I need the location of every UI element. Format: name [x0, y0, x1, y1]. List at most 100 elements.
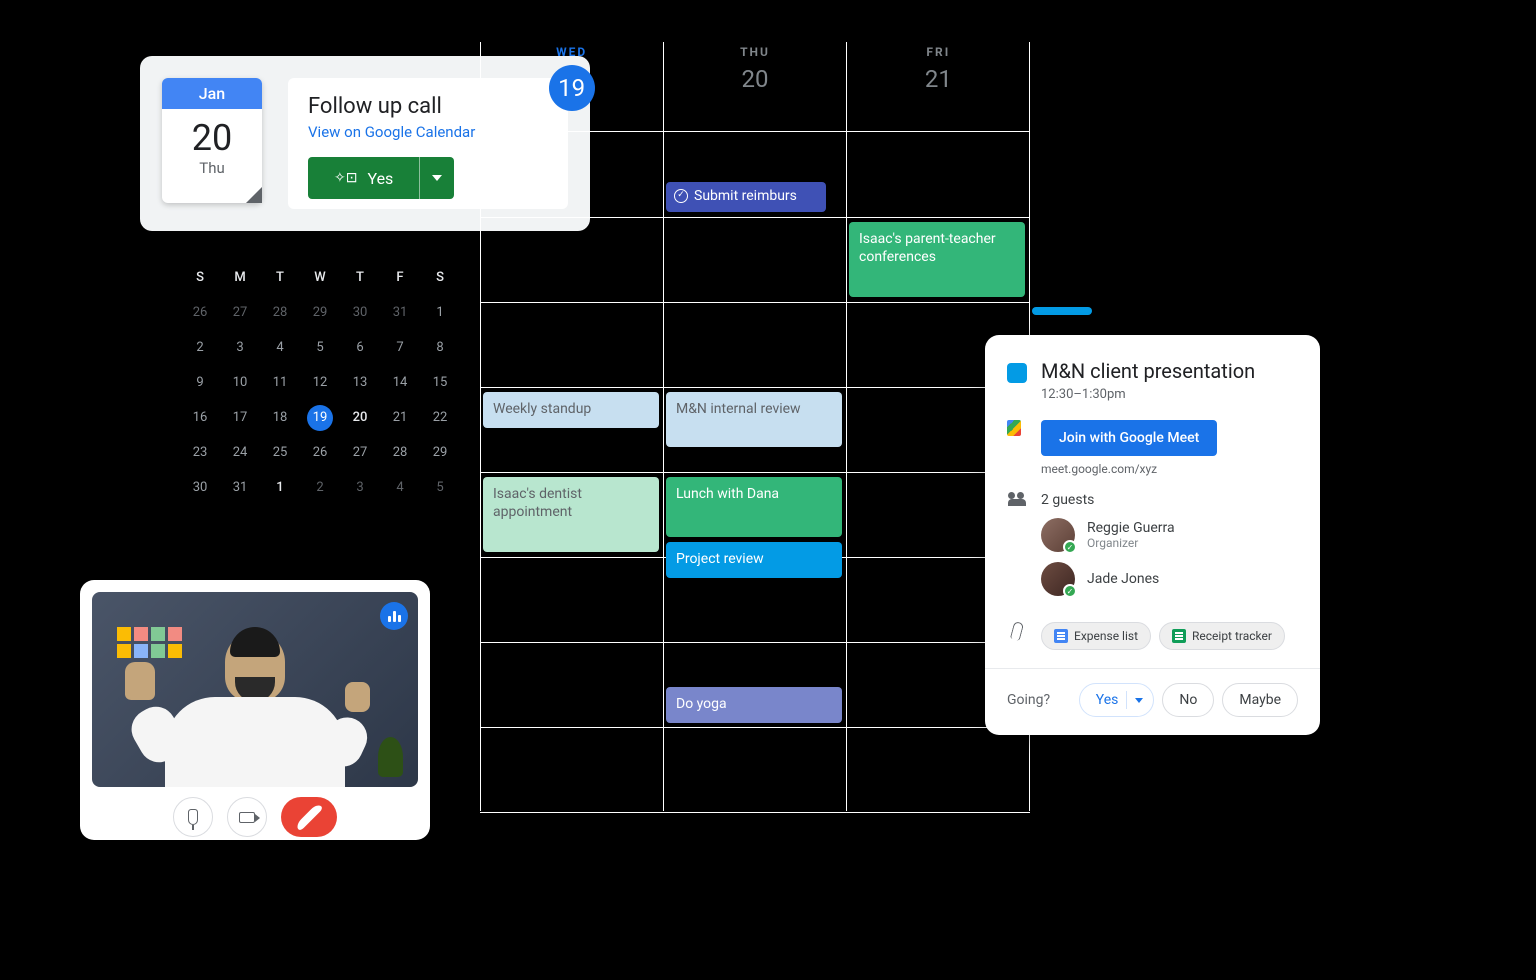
mini-cal-day[interactable]: 24: [220, 435, 260, 470]
guest-role: Organizer: [1087, 536, 1175, 550]
detail-title: M&N client presentation: [1041, 359, 1255, 383]
rsvp-no-pill[interactable]: No: [1162, 683, 1214, 717]
event-yoga[interactable]: Do yoga: [666, 687, 842, 723]
google-meet-icon: [1007, 420, 1027, 440]
guest-row[interactable]: ✓ Reggie Guerra Organizer: [1041, 518, 1298, 552]
mini-cal-day[interactable]: 22: [420, 400, 460, 435]
rsvp-maybe-pill[interactable]: Maybe: [1222, 683, 1298, 717]
week-header-day[interactable]: WED19: [480, 45, 663, 111]
mini-cal-day[interactable]: 14: [380, 365, 420, 400]
check-icon: ✓: [1063, 540, 1077, 554]
mini-cal-day[interactable]: 30: [180, 470, 220, 505]
week-header-day[interactable]: FRI 21: [847, 45, 1030, 111]
week-date-label: 21: [847, 65, 1030, 93]
mini-cal-day[interactable]: 4: [260, 330, 300, 365]
detail-time: 12:30–1:30pm: [1041, 387, 1255, 402]
check-icon: ✓: [1063, 584, 1077, 598]
guest-name: Reggie Guerra: [1087, 520, 1175, 536]
join-meet-button[interactable]: Join with Google Meet: [1041, 420, 1217, 456]
mini-cal-day[interactable]: 1: [260, 470, 300, 505]
mini-cal-day[interactable]: 15: [420, 365, 460, 400]
mute-button[interactable]: [173, 797, 213, 837]
people-icon: [1008, 492, 1026, 506]
hangup-button[interactable]: [281, 797, 337, 837]
mini-cal-day[interactable]: 26: [180, 295, 220, 330]
event-parent-teacher[interactable]: Isaac's parent-teacher conferences: [849, 222, 1025, 297]
week-date-label: 20: [663, 65, 846, 93]
page-corner-icon: [246, 187, 262, 203]
mini-cal-day[interactable]: 12: [300, 365, 340, 400]
guest-row[interactable]: ✓ Jade Jones: [1041, 562, 1298, 596]
camera-button[interactable]: [227, 797, 267, 837]
going-label: Going?: [1007, 692, 1067, 708]
mini-cal-day[interactable]: 3: [220, 330, 260, 365]
event-internal-review[interactable]: M&N internal review: [666, 392, 842, 447]
week-header-day[interactable]: THU 20: [663, 45, 846, 111]
event-detail-card: M&N client presentation 12:30–1:30pm Joi…: [985, 335, 1320, 735]
mini-cal-day[interactable]: 19: [300, 400, 340, 435]
event-lunch[interactable]: Lunch with Dana: [666, 477, 842, 537]
mic-icon: [188, 809, 198, 825]
mini-cal-day[interactable]: 17: [220, 400, 260, 435]
date-tile-day: 20: [162, 109, 262, 159]
plant-icon: [378, 737, 403, 777]
check-circle-icon: ✓: [674, 189, 688, 203]
sheets-icon: [1172, 629, 1186, 643]
mini-cal-day[interactable]: 8: [420, 330, 460, 365]
event-color-icon: [1007, 363, 1027, 383]
mini-cal-day[interactable]: 26: [300, 435, 340, 470]
rsvp-yes-button[interactable]: ✧⊡ Yes: [308, 157, 454, 199]
avatar: ✓: [1041, 562, 1075, 596]
mini-calendar: SMTWTFS 26272829303112345678910111213141…: [180, 260, 460, 505]
mini-cal-day[interactable]: 4: [380, 470, 420, 505]
event-submit-reimburs[interactable]: ✓Submit reimburs: [666, 182, 826, 212]
mini-cal-day[interactable]: 31: [380, 295, 420, 330]
phone-icon: [295, 803, 324, 832]
mini-cal-day[interactable]: 2: [180, 330, 220, 365]
mini-cal-day[interactable]: 27: [220, 295, 260, 330]
mini-cal-day[interactable]: 23: [180, 435, 220, 470]
mini-cal-day[interactable]: 5: [420, 470, 460, 505]
mini-cal-day[interactable]: 29: [420, 435, 460, 470]
mini-cal-day[interactable]: 16: [180, 400, 220, 435]
docs-icon: [1054, 629, 1068, 643]
mini-cal-day[interactable]: 20: [340, 400, 380, 435]
mini-cal-day[interactable]: 5: [300, 330, 340, 365]
mini-cal-day[interactable]: 27: [340, 435, 380, 470]
person-illustration: [165, 632, 345, 787]
week-dow-label: FRI: [847, 45, 1030, 59]
event-fragment[interactable]: [1032, 307, 1092, 315]
rsvp-dropdown-button[interactable]: [419, 157, 454, 199]
rsvp-yes-pill[interactable]: Yes: [1079, 683, 1155, 717]
mini-cal-day[interactable]: 13: [340, 365, 380, 400]
sparkle-icon: ✧⊡: [334, 170, 357, 186]
event-weekly-standup[interactable]: Weekly standup: [483, 392, 659, 428]
mini-cal-day[interactable]: 2: [300, 470, 340, 505]
mini-cal-header-cell: T: [260, 260, 300, 295]
week-dow-label: THU: [663, 45, 846, 59]
mini-cal-header-cell: F: [380, 260, 420, 295]
mini-cal-day[interactable]: 31: [220, 470, 260, 505]
chevron-down-icon: [1135, 698, 1143, 703]
event-dentist[interactable]: Isaac's dentist appointment: [483, 477, 659, 552]
mini-cal-day[interactable]: 28: [380, 435, 420, 470]
mini-cal-day[interactable]: 21: [380, 400, 420, 435]
mini-cal-day[interactable]: 11: [260, 365, 300, 400]
mini-cal-day[interactable]: 3: [340, 470, 380, 505]
mini-cal-day[interactable]: 9: [180, 365, 220, 400]
attachment-expense-list[interactable]: Expense list: [1041, 622, 1151, 650]
week-body[interactable]: ✓Submit reimburs Isaac's parent-teacher …: [480, 131, 1030, 811]
mini-cal-day[interactable]: 18: [260, 400, 300, 435]
mini-cal-day[interactable]: 6: [340, 330, 380, 365]
mini-cal-day[interactable]: 28: [260, 295, 300, 330]
mini-cal-day[interactable]: 1: [420, 295, 460, 330]
mini-cal-day[interactable]: 25: [260, 435, 300, 470]
week-dow-label: WED: [480, 45, 663, 59]
attachment-receipt-tracker[interactable]: Receipt tracker: [1159, 622, 1285, 650]
event-project-review[interactable]: Project review: [666, 542, 842, 578]
mini-cal-day[interactable]: 10: [220, 365, 260, 400]
mini-cal-day[interactable]: 7: [380, 330, 420, 365]
mini-cal-day[interactable]: 29: [300, 295, 340, 330]
mini-cal-day[interactable]: 30: [340, 295, 380, 330]
avatar: ✓: [1041, 518, 1075, 552]
